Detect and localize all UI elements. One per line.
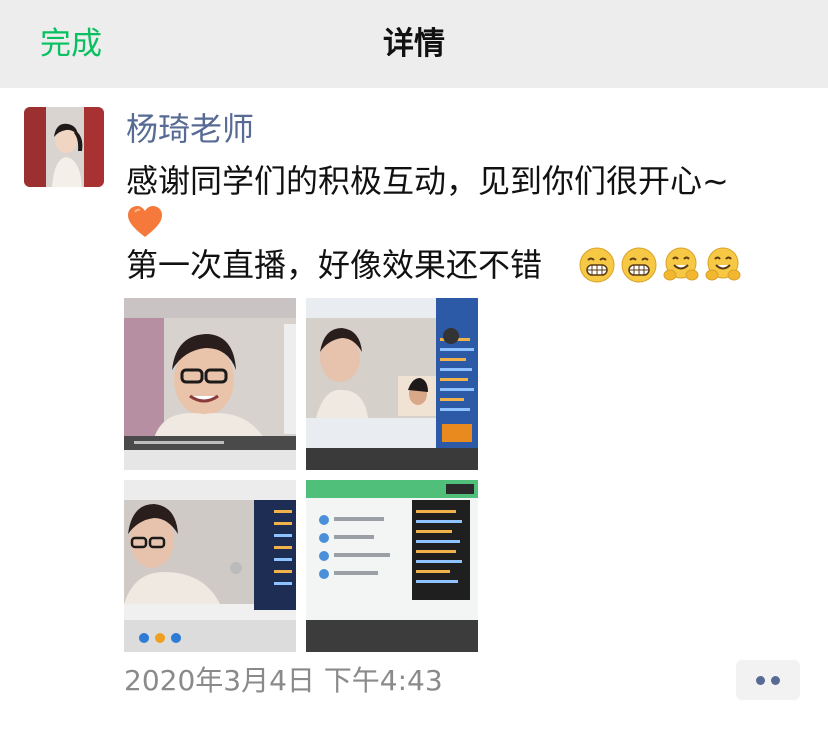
post-text-line-1: 感谢同学们的积极互动，见到你们很开心~ (126, 162, 729, 200)
more-dot-icon (771, 676, 780, 685)
more-options-button[interactable] (736, 660, 800, 700)
page-title: 详情 (383, 26, 445, 62)
post-text-line-2: 第一次直播，好像效果还不错 (126, 246, 543, 284)
hugging-emoji (704, 246, 742, 284)
grin-emoji (620, 246, 658, 284)
photo-thumbnail-4[interactable] (306, 480, 478, 652)
grin-emoji (578, 246, 616, 284)
author-name[interactable]: 杨琦老师 (126, 108, 254, 150)
hugging-emoji (662, 246, 700, 284)
more-dot-icon (756, 676, 765, 685)
photo-thumbnail-1[interactable] (124, 298, 296, 470)
timestamp: 2020年3月4日 下午4:43 (124, 664, 443, 697)
photo-thumbnail-2[interactable] (306, 298, 478, 470)
done-button[interactable]: 完成 (40, 22, 102, 66)
heart-icon (126, 204, 164, 240)
avatar[interactable] (24, 107, 104, 187)
navigation-bar: 详情 完成 (0, 0, 828, 88)
photo-thumbnail-3[interactable] (124, 480, 296, 652)
